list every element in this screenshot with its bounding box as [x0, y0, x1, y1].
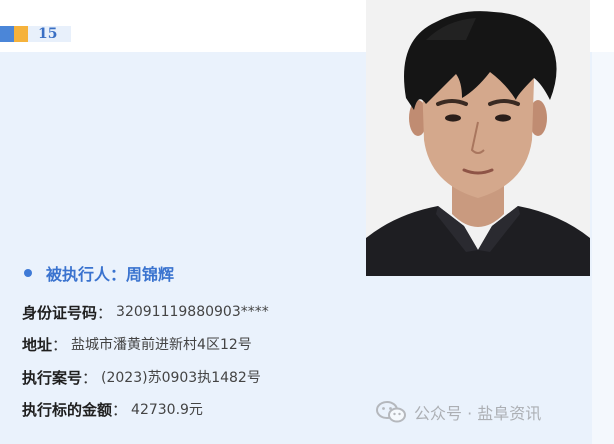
index-number: 15: [28, 26, 72, 42]
field-colon: ：: [97, 303, 113, 322]
marker-block-yellow: [14, 26, 28, 42]
field-label: 地址: [22, 335, 53, 354]
field-address: 地址 ： 盐城市潘黄前进新村4区12号: [22, 333, 252, 355]
index-marker: 15: [0, 26, 72, 42]
field-label: 执行标的金额: [22, 400, 113, 419]
page: 15 被执行人： 周锦辉 身份证号码 ： 32091119880903**** …: [0, 0, 614, 444]
person-label: 被执行人：: [46, 265, 127, 284]
field-value: (2023)苏0903执1482号: [101, 370, 261, 386]
watermark: 公众号 · 盐阜资讯: [376, 400, 541, 424]
watermark-text: 公众号 · 盐阜资讯: [414, 404, 542, 423]
portrait-illustration: [366, 0, 590, 276]
field-amount: 执行标的金额 ： 42730.9元: [22, 398, 203, 420]
field-colon: ：: [82, 368, 98, 387]
field-label: 执行案号: [22, 368, 83, 387]
field-value: 32091119880903****: [116, 304, 269, 320]
field-colon: ：: [52, 335, 68, 354]
field-label: 身份证号码: [22, 303, 98, 322]
field-id-number: 身份证号码 ： 32091119880903****: [22, 301, 269, 323]
field-colon: ：: [112, 400, 128, 419]
person-heading: 被执行人： 周锦辉: [24, 262, 174, 284]
bullet-icon: [24, 269, 32, 277]
field-value: 盐城市潘黄前进新村4区12号: [71, 337, 252, 353]
panel-right-edge: [592, 52, 614, 444]
field-value: 42730.9元: [131, 402, 203, 418]
portrait-photo: [366, 0, 590, 276]
marker-block-blue: [0, 26, 14, 42]
field-case-number: 执行案号 ： (2023)苏0903执1482号: [22, 366, 261, 388]
person-name: 周锦辉: [126, 265, 175, 284]
wechat-icon: [376, 401, 406, 423]
